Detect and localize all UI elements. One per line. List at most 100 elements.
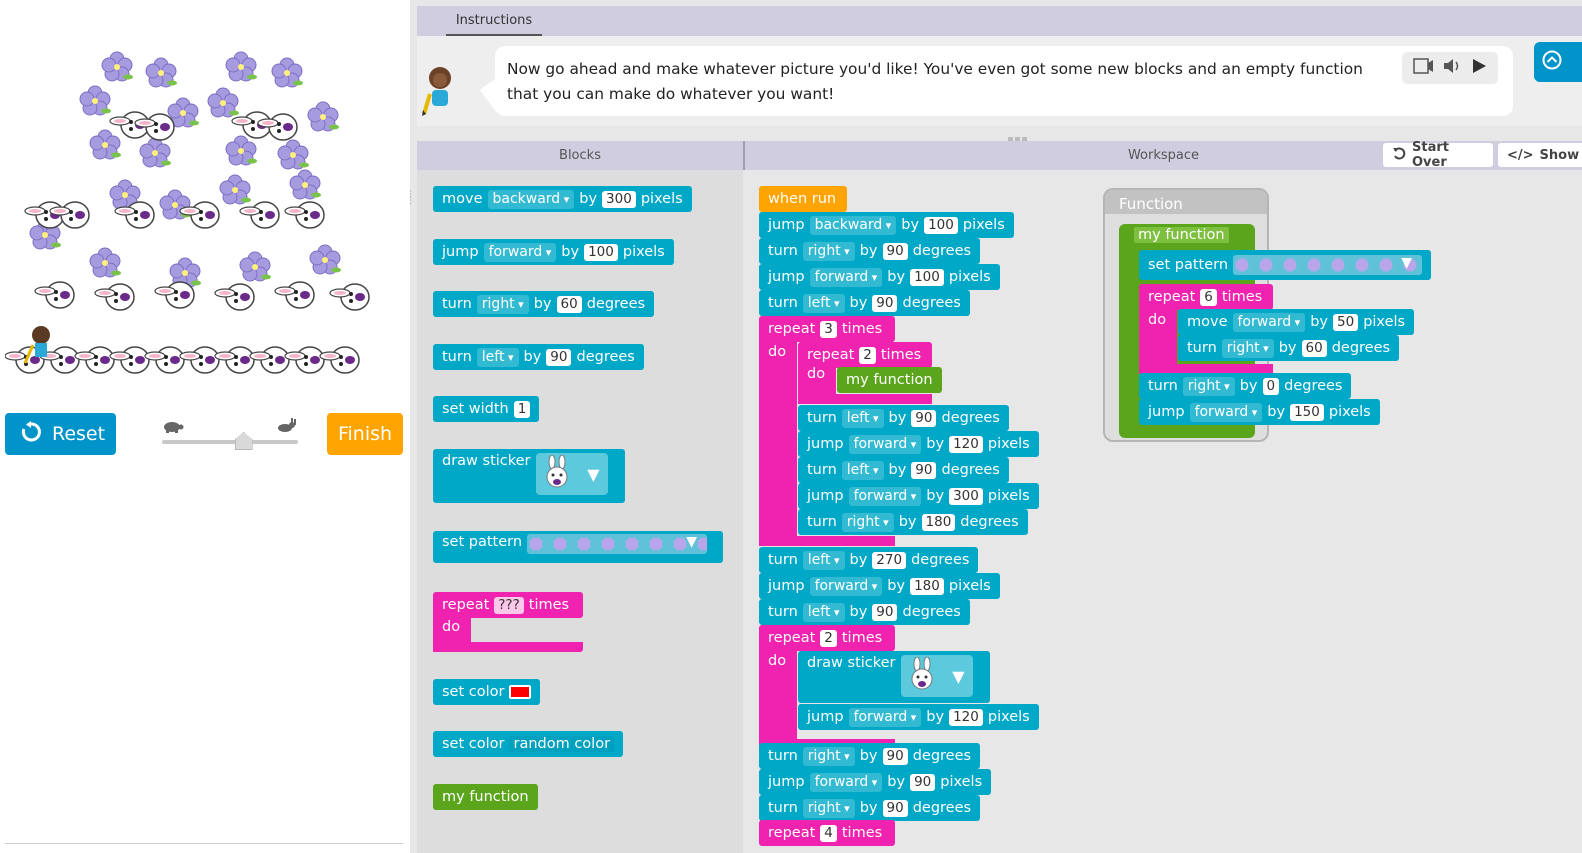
value-field[interactable]: 6 [1200,288,1217,306]
value-field[interactable]: 90 [882,242,908,260]
when-run-block[interactable]: when run [759,186,847,212]
sticker-dropdown[interactable]: ▼ [535,453,608,495]
read-aloud-icon[interactable] [1412,57,1434,79]
direction-dropdown[interactable]: left [802,293,845,313]
direction-dropdown[interactable]: forward [1189,402,1263,422]
pattern-dropdown[interactable]: ▼ [1233,255,1422,275]
toolbox-turn-left-block[interactable]: turn left by 90 degrees [433,344,644,370]
turn-left-block[interactable]: turnleftby90degrees [798,405,1009,431]
value-field[interactable]: 180 [921,513,956,531]
value-field[interactable]: 300 [602,190,636,208]
direction-dropdown[interactable]: left [841,460,884,480]
direction-dropdown[interactable]: forward [848,707,922,727]
direction-dropdown[interactable]: forward [809,267,883,287]
toolbox-set-color-block[interactable]: set color [433,679,541,705]
turn-right-block[interactable]: turnrightby90degrees [759,238,981,264]
color-swatch[interactable] [509,685,532,699]
set-pattern-block[interactable]: set pattern ▼ [1139,250,1431,280]
toolbox-draw-sticker-block[interactable]: draw sticker ▼ [433,449,625,503]
panel-resize-handle[interactable]: ⋮ ⋮ [406,191,415,214]
toolbox-jump-block[interactable]: jump forward by 100 pixels [433,239,674,265]
value-field[interactable]: ??? [494,596,524,614]
turn-left-block[interactable]: turnleftby270degrees [759,547,979,573]
reset-button[interactable]: Reset [5,413,116,455]
random-color-field[interactable]: random color [509,736,615,752]
direction-dropdown[interactable]: left [841,408,884,428]
volume-icon[interactable] [1442,57,1462,79]
value-field[interactable]: 180 [910,577,944,595]
turn-right-block[interactable]: turnrightby0degrees [1139,373,1352,399]
value-field[interactable]: 60 [1301,339,1327,357]
value-field[interactable]: 120 [949,435,983,453]
sticker-dropdown[interactable]: ▼ [900,655,973,697]
value-field[interactable]: 120 [949,708,983,726]
value-field[interactable]: 90 [872,294,898,312]
value-field[interactable]: 60 [556,295,582,313]
toolbox-set-pattern-block[interactable]: set pattern ▼ [433,531,723,563]
value-field[interactable]: 90 [910,773,936,791]
turn-right-block[interactable]: turnrightby90degrees [759,795,981,821]
tab-instructions[interactable]: Instructions [446,6,542,36]
jump-forward-block[interactable]: jumpforwardby300pixels [798,483,1039,509]
speed-slider[interactable] [160,418,300,452]
jump-forward-block[interactable]: jumpforwardby180pixels [759,573,1000,599]
toolbox-move-block[interactable]: move backward by 300 pixels [433,186,692,212]
jump-forward-block[interactable]: jumpforwardby120pixels [798,704,1039,730]
value-field[interactable]: 90 [882,799,908,817]
direction-dropdown[interactable]: right [841,512,894,532]
finish-button[interactable]: Finish [327,413,403,455]
value-field[interactable]: 100 [584,243,618,261]
jump-backward-block[interactable]: jumpbackwardby100pixels [759,212,1014,238]
jump-forward-block[interactable]: jumpforwardby100pixels [759,264,1000,290]
turn-right-block[interactable]: turnrightby60degrees [1178,335,1400,361]
value-field[interactable]: 300 [949,487,983,505]
direction-dropdown[interactable]: right [1182,376,1235,396]
toolbox-my-function-block[interactable]: my function [433,784,538,810]
jump-forward-block[interactable]: jumpforwardby120pixels [798,431,1039,457]
direction-dropdown[interactable]: left [476,347,519,367]
toolbox-repeat-block[interactable]: repeat ??? times do [433,592,583,652]
value-field[interactable]: 100 [910,268,944,286]
value-field[interactable]: 90 [911,461,937,479]
toolbox-set-width-block[interactable]: set width 1 [433,396,540,422]
value-field[interactable]: 2 [859,346,876,364]
repeat-block[interactable]: repeat 4 times [759,820,895,846]
toolbox-turn-right-block[interactable]: turn right by 60 degrees [433,291,655,317]
direction-dropdown[interactable]: right [476,294,529,314]
value-field[interactable]: 90 [546,348,572,366]
value-field[interactable]: 270 [872,551,907,569]
direction-dropdown[interactable]: forward [1232,312,1306,332]
direction-dropdown[interactable]: backward [809,215,897,235]
turn-right-block[interactable]: turnrightby180degrees [798,509,1028,535]
direction-dropdown[interactable]: left [802,550,845,570]
direction-dropdown[interactable]: right [802,798,855,818]
direction-dropdown[interactable]: forward [848,434,922,454]
slider-track[interactable] [162,440,298,444]
direction-dropdown[interactable]: backward [487,189,575,209]
slider-thumb[interactable] [234,432,253,450]
value-field[interactable]: 4 [820,824,837,842]
direction-dropdown[interactable]: forward [809,576,883,596]
direction-dropdown[interactable]: forward [848,486,922,506]
value-field[interactable]: 50 [1333,313,1359,331]
my-function-call-block[interactable]: my function [837,367,942,393]
jump-forward-block[interactable]: jumpforwardby90pixels [759,769,992,795]
value-field[interactable]: 90 [911,409,937,427]
direction-dropdown[interactable]: forward [483,242,557,262]
collapse-instructions-button[interactable] [1534,42,1582,82]
value-field[interactable]: 2 [820,629,837,647]
direction-dropdown[interactable]: right [1221,338,1274,358]
value-field[interactable]: 100 [924,216,958,234]
turn-left-block[interactable]: turnleftby90degrees [759,599,970,625]
value-field[interactable]: 90 [882,747,908,765]
toolbox-set-color-random-block[interactable]: set color random color [433,731,624,757]
turn-left-block[interactable]: turnleftby90degrees [759,290,970,316]
value-field[interactable]: 1 [513,400,531,418]
turn-left-block[interactable]: turnleftby90degrees [798,457,1009,483]
draw-sticker-block[interactable]: draw sticker ▼ [798,651,990,703]
instructions-resize-grip[interactable] [1008,129,1028,142]
play-icon[interactable] [1470,57,1488,79]
direction-dropdown[interactable]: right [802,746,855,766]
jump-forward-block[interactable]: jumpforwardby150pixels [1139,399,1380,425]
function-name-field[interactable]: my function [1130,225,1233,245]
